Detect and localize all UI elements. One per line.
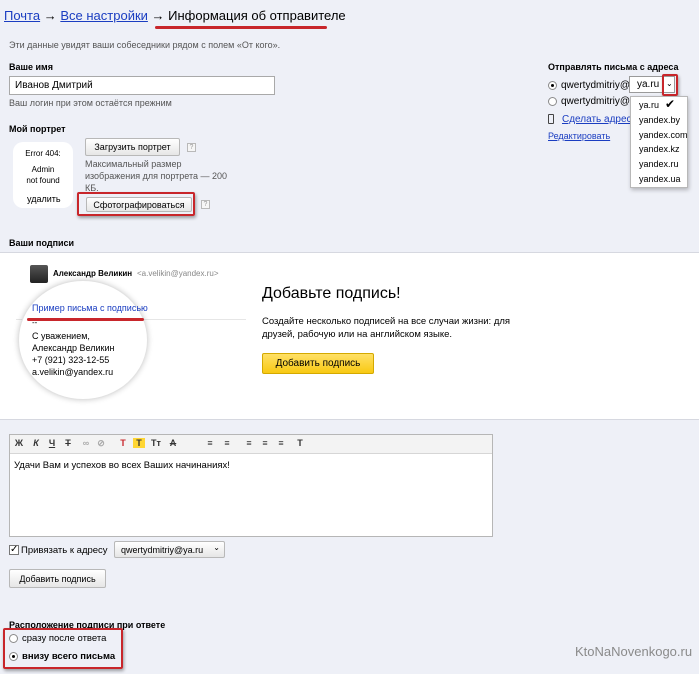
help-icon[interactable]: ? (201, 200, 210, 209)
bind-label: Привязать к адресу (21, 545, 108, 556)
preview-sender-email: <a.velikin@yandex.ru> (137, 269, 219, 278)
photo-button-highlight (77, 192, 195, 216)
promo-text: Создайте несколько подписей на все случа… (262, 316, 511, 340)
align-right-icon[interactable]: ≡ (275, 438, 287, 448)
name-input[interactable]: Иванов Дмитрий (9, 76, 275, 95)
preview-dash: -- (32, 318, 38, 327)
phone-icon (548, 114, 554, 124)
domain-option[interactable]: yandex.ru (631, 157, 687, 172)
subject-underline (27, 318, 144, 321)
preview-line: Александр Великин (32, 343, 115, 353)
bold-icon[interactable]: Ж (13, 438, 25, 448)
signatures-label: Ваши подписи (9, 238, 75, 248)
align-center-icon[interactable]: ≡ (259, 438, 271, 448)
edit-link[interactable]: Редактировать (548, 131, 610, 141)
text-color-icon[interactable]: Т (117, 438, 129, 448)
highlight-icon[interactable]: Т (133, 438, 145, 448)
breadcrumb-mail-link[interactable]: Почта (4, 8, 40, 23)
promo-add-signature-button[interactable]: Добавить подпись (262, 353, 374, 374)
send-from-login: qwertydmitriy@ (561, 96, 631, 107)
error-line: not found (26, 176, 60, 185)
domain-option[interactable]: yandex.ua (631, 172, 687, 187)
watermark: KtoNaNovenkogo.ru (575, 644, 693, 659)
send-from-label: Отправлять письма с адреса (548, 62, 679, 72)
portrait-label: Мой портрет (9, 124, 66, 134)
preview-line: +7 (921) 323-12-55 (32, 355, 110, 365)
bind-address-select[interactable]: qwertydmitriy@ya.ru ⌄ (114, 541, 225, 558)
domain-select-value: ya.ru (637, 79, 660, 90)
clear-format-icon[interactable]: А (167, 438, 179, 448)
italic-icon[interactable]: К (30, 438, 42, 448)
preview-signature-lines: С уважением, Александр Великин +7 (921) … (32, 330, 114, 378)
link-icon[interactable]: ∞ (80, 438, 92, 448)
error-line: Admin (31, 165, 55, 174)
font-size-icon[interactable]: Тт (150, 438, 162, 448)
placement-highlight (3, 628, 123, 669)
domain-option[interactable]: yandex.com (631, 128, 688, 143)
bind-checkbox[interactable]: ✓ (9, 545, 19, 555)
chevron-down-icon: ⌄ (213, 543, 220, 552)
make-address-link[interactable]: Сделать адрес (562, 114, 632, 125)
portrait-error-text: Error 404: Admin not found (13, 148, 73, 186)
name-label: Ваше имя (9, 62, 53, 72)
domain-dropdown: ya.ru ✔ yandex.by yandex.com yandex.kz ya… (630, 96, 688, 188)
format-icon[interactable]: Т (294, 438, 306, 448)
check-icon: ✔ (665, 97, 676, 111)
bind-address-value: qwertydmitriy@ya.ru (121, 544, 204, 555)
promo-title: Добавьте подпись! (262, 285, 401, 302)
add-signature-button[interactable]: Добавить подпись (9, 569, 106, 588)
domain-option[interactable]: yandex.kz (631, 142, 687, 157)
numbered-list-icon[interactable]: ≡ (221, 438, 233, 448)
name-hint: Ваш логин при этом остаётся прежним (9, 98, 172, 108)
avatar (30, 265, 48, 283)
send-from-radio-1[interactable] (548, 81, 557, 90)
breadcrumb-arrow: → (43, 8, 57, 23)
portrait-delete-link[interactable]: удалить (27, 194, 61, 204)
strikethrough-icon[interactable]: Т (62, 438, 74, 448)
signature-text-area[interactable]: Удачи Вам и успехов во всех Ваших начина… (14, 460, 230, 471)
upload-portrait-button[interactable]: Загрузить портрет (85, 138, 180, 156)
domain-option[interactable]: ya.ru ✔ (631, 97, 687, 113)
portrait-hint: Максимальный размер изображения для порт… (85, 159, 228, 193)
preview-line: a.velikin@yandex.ru (32, 367, 114, 377)
intro-text: Эти данные увидят ваши собеседники рядом… (9, 40, 281, 50)
preview-line: С уважением, (32, 331, 90, 341)
send-from-login: qwertydmitriy@ (561, 80, 631, 91)
help-icon[interactable]: ? (187, 143, 196, 152)
breadcrumb-settings-link[interactable]: Все настройки (60, 8, 148, 23)
underline-icon[interactable]: Ч (46, 438, 58, 448)
unlink-icon[interactable]: ⊘ (95, 438, 107, 449)
select-arrow-highlight (662, 74, 678, 96)
error-line: Error 404: (25, 149, 61, 158)
preview-subject: Пример письма с подписью (32, 303, 148, 313)
align-left-icon[interactable]: ≡ (243, 438, 255, 448)
send-from-radio-2[interactable] (548, 97, 557, 106)
bullet-list-icon[interactable]: ≡ (204, 438, 216, 448)
preview-sender-name: Александр Великин (53, 269, 133, 278)
breadcrumb-arrow: → (151, 8, 165, 23)
domain-option[interactable]: yandex.by (631, 113, 687, 128)
page-title: Информация об отправителе (168, 8, 346, 23)
breadcrumb: Почта → Все настройки → Информация об от… (4, 8, 346, 23)
title-underline (155, 26, 327, 29)
